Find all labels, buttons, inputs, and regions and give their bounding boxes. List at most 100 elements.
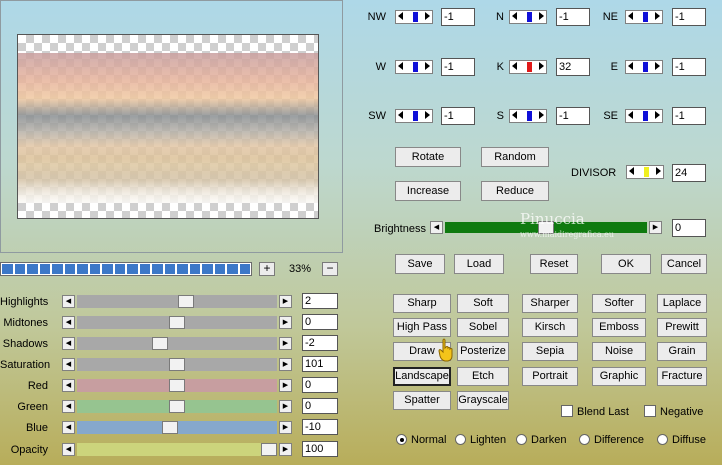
blend-mode-radio[interactable] — [455, 434, 466, 445]
slider-thumb[interactable] — [169, 400, 185, 413]
spinner-left-icon[interactable] — [512, 111, 517, 119]
preset-button[interactable]: Sepia — [522, 342, 578, 361]
slider-value[interactable]: 0 — [302, 398, 338, 414]
slider-value[interactable]: -2 — [302, 335, 338, 351]
spinner-thumb[interactable] — [413, 111, 418, 121]
blend-mode-radio[interactable] — [516, 434, 527, 445]
preset-button[interactable]: Laplace — [657, 294, 707, 313]
matrix-spinner[interactable] — [395, 109, 433, 123]
preset-button[interactable]: Grain — [657, 342, 707, 361]
slider-track[interactable] — [77, 443, 277, 456]
cancel-button[interactable]: Cancel — [661, 254, 707, 274]
slider-thumb[interactable] — [152, 337, 169, 350]
brightness-left-arrow-icon[interactable]: ◀ — [430, 221, 443, 234]
slider-value[interactable]: 101 — [302, 356, 338, 372]
matrix-spinner[interactable] — [625, 10, 663, 24]
preset-button[interactable]: Portrait — [522, 367, 578, 386]
matrix-spinner[interactable] — [625, 109, 663, 123]
matrix-spinner[interactable] — [509, 109, 547, 123]
slider-thumb[interactable] — [169, 379, 185, 392]
slider-right-arrow-icon[interactable]: ▶ — [279, 316, 292, 329]
matrix-value[interactable]: -1 — [556, 8, 590, 26]
slider-right-arrow-icon[interactable]: ▶ — [279, 379, 292, 392]
divisor-value[interactable]: 24 — [672, 164, 706, 182]
matrix-spinner[interactable] — [625, 60, 663, 74]
preset-button[interactable]: Graphic — [592, 367, 646, 386]
spinner-right-icon[interactable] — [655, 12, 660, 20]
rotate-button[interactable]: Rotate — [395, 147, 461, 167]
slider-left-arrow-icon[interactable]: ◀ — [62, 421, 75, 434]
blend-mode-radio[interactable] — [579, 434, 590, 445]
increase-button[interactable]: Increase — [395, 181, 461, 201]
slider-right-arrow-icon[interactable]: ▶ — [279, 358, 292, 371]
blend-mode-radio[interactable] — [657, 434, 668, 445]
matrix-value[interactable]: -1 — [441, 58, 475, 76]
slider-right-arrow-icon[interactable]: ▶ — [279, 400, 292, 413]
slider-left-arrow-icon[interactable]: ◀ — [62, 337, 75, 350]
blend-mode-radio[interactable] — [396, 434, 407, 445]
preset-button[interactable]: Noise — [592, 342, 646, 361]
spinner-left-icon[interactable] — [512, 62, 517, 70]
slider-left-arrow-icon[interactable]: ◀ — [62, 400, 75, 413]
preset-button[interactable]: Fracture — [657, 367, 707, 386]
matrix-spinner[interactable] — [395, 10, 433, 24]
random-button[interactable]: Random — [481, 147, 549, 167]
preset-button[interactable]: Emboss — [592, 318, 646, 337]
spinner-thumb[interactable] — [643, 12, 648, 22]
spinner-left-icon[interactable] — [398, 62, 403, 70]
preview-canvas[interactable] — [17, 34, 319, 219]
slider-right-arrow-icon[interactable]: ▶ — [279, 443, 292, 456]
reset-button[interactable]: Reset — [530, 254, 578, 274]
slider-track[interactable] — [77, 337, 277, 350]
matrix-value[interactable]: -1 — [441, 8, 475, 26]
matrix-spinner[interactable] — [509, 10, 547, 24]
negative-checkbox[interactable] — [644, 405, 656, 417]
spinner-left-icon[interactable] — [628, 12, 633, 20]
reduce-button[interactable]: Reduce — [481, 181, 549, 201]
slider-thumb[interactable] — [169, 358, 185, 371]
preset-button[interactable]: Landscape — [393, 367, 451, 386]
spinner-left-icon[interactable] — [398, 12, 403, 20]
save-button[interactable]: Save — [395, 254, 445, 274]
slider-left-arrow-icon[interactable]: ◀ — [62, 295, 75, 308]
preset-button[interactable]: High Pass — [393, 318, 451, 337]
slider-thumb[interactable] — [178, 295, 195, 308]
load-button[interactable]: Load — [454, 254, 504, 274]
slider-value[interactable]: -10 — [302, 419, 338, 435]
preset-button[interactable]: Sharper — [522, 294, 578, 313]
blend-last-checkbox[interactable] — [561, 405, 573, 417]
slider-thumb[interactable] — [161, 421, 178, 434]
spinner-right-icon[interactable] — [539, 12, 544, 20]
slider-left-arrow-icon[interactable]: ◀ — [62, 443, 75, 456]
zoom-in-button[interactable]: + — [259, 262, 275, 276]
slider-left-arrow-icon[interactable]: ◀ — [62, 316, 75, 329]
brightness-value[interactable]: 0 — [672, 219, 706, 237]
spinner-thumb[interactable] — [413, 62, 418, 72]
brightness-right-arrow-icon[interactable]: ▶ — [649, 221, 662, 234]
slider-thumb[interactable] — [169, 316, 185, 329]
spinner-left-icon[interactable] — [628, 62, 633, 70]
spinner-thumb[interactable] — [643, 62, 648, 72]
spinner-left-icon[interactable] — [512, 12, 517, 20]
spinner-right-icon[interactable] — [425, 111, 430, 119]
spinner-right-icon[interactable] — [539, 62, 544, 70]
spinner-right-icon[interactable] — [425, 62, 430, 70]
preset-button[interactable]: Spatter — [393, 391, 451, 410]
spinner-thumb[interactable] — [527, 62, 532, 72]
preset-button[interactable]: Sobel — [457, 318, 509, 337]
zoom-progress-bar[interactable] — [0, 262, 252, 276]
preset-button[interactable]: Soft — [457, 294, 509, 313]
spinner-thumb[interactable] — [527, 111, 532, 121]
slider-right-arrow-icon[interactable]: ▶ — [279, 337, 292, 350]
preset-button[interactable]: Sharp — [393, 294, 451, 313]
matrix-value[interactable]: -1 — [672, 8, 706, 26]
spinner-right-icon[interactable] — [655, 111, 660, 119]
divisor-spinner[interactable] — [626, 165, 664, 179]
zoom-out-button[interactable]: − — [322, 262, 338, 276]
spinner-left-icon[interactable] — [398, 111, 403, 119]
spinner-thumb[interactable] — [643, 111, 648, 121]
slider-thumb[interactable] — [261, 443, 277, 456]
slider-track[interactable] — [77, 295, 277, 308]
preset-button[interactable]: Etch — [457, 367, 509, 386]
slider-right-arrow-icon[interactable]: ▶ — [279, 295, 292, 308]
